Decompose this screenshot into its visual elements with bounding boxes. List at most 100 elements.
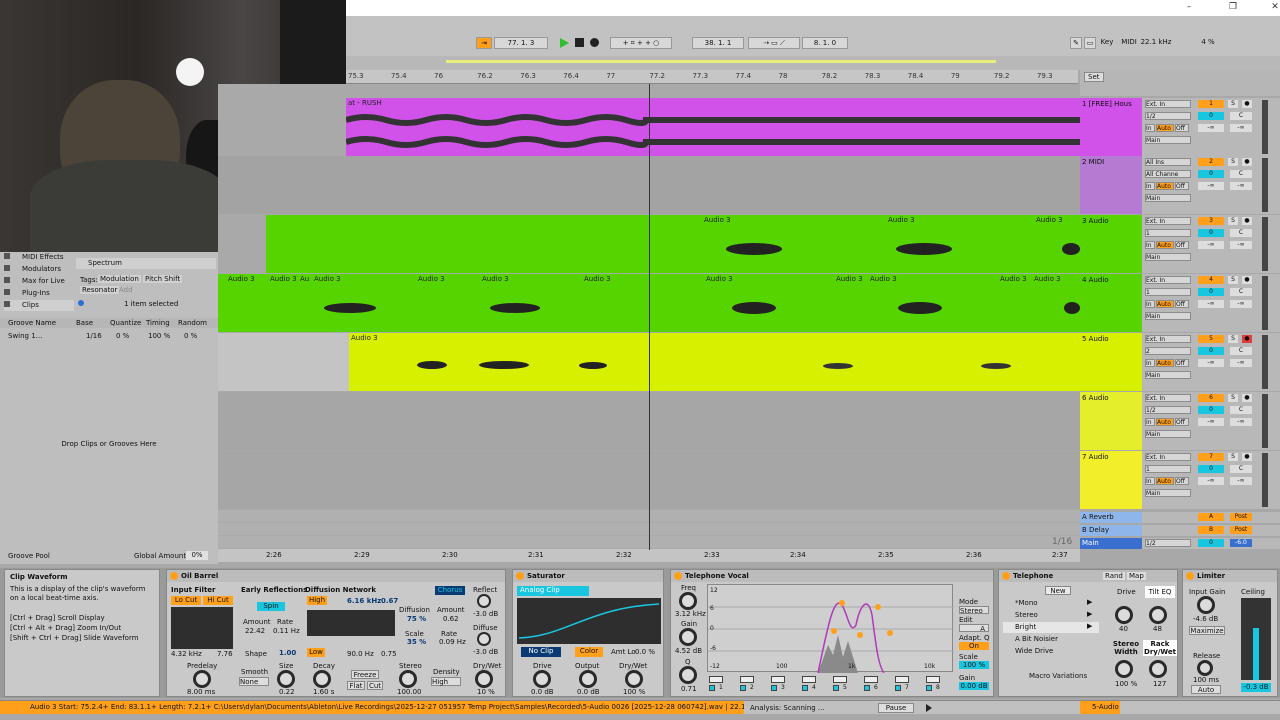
drive-knob[interactable] bbox=[533, 670, 551, 688]
amount-value[interactable]: 22.42 bbox=[245, 627, 265, 635]
drive-macro-value[interactable]: 40 bbox=[1119, 625, 1128, 633]
decay-knob[interactable] bbox=[313, 670, 331, 688]
punch-controls[interactable]: ⇢ ▭ ⟋ bbox=[748, 37, 800, 49]
track-header-6[interactable]: 6 Audio bbox=[1080, 392, 1142, 450]
rand-button[interactable]: Rand bbox=[1103, 572, 1125, 580]
gain-knob[interactable] bbox=[679, 628, 697, 646]
q-knob[interactable] bbox=[679, 666, 697, 684]
return-activator[interactable]: A bbox=[1198, 513, 1224, 521]
chorus-amount[interactable]: 0.62 bbox=[443, 615, 459, 623]
pause-analysis-button[interactable]: Pause bbox=[878, 703, 914, 713]
band-shape-icon[interactable] bbox=[926, 676, 940, 683]
low-freq[interactable]: 90.0 Hz bbox=[347, 650, 374, 658]
solo-button[interactable]: S bbox=[1228, 394, 1238, 402]
monitor-off[interactable]: Off bbox=[1175, 359, 1189, 367]
new-variation-button[interactable]: New bbox=[1045, 586, 1071, 595]
play-icon[interactable] bbox=[560, 38, 569, 48]
loop-length[interactable]: 8. 1. 0 bbox=[802, 37, 848, 49]
freq-knob[interactable] bbox=[679, 592, 697, 610]
track-activator[interactable]: 5 bbox=[1198, 335, 1224, 343]
cut-button[interactable]: Cut bbox=[367, 681, 383, 690]
diffuse-value[interactable]: -3.0 dB bbox=[473, 648, 498, 656]
pan-value[interactable]: C bbox=[1230, 406, 1252, 414]
output-select[interactable]: Main bbox=[1145, 371, 1191, 379]
band-shape-icon[interactable] bbox=[709, 676, 723, 683]
output-select[interactable]: Main bbox=[1145, 136, 1191, 144]
track-name[interactable]: 7 Audio bbox=[1082, 453, 1109, 461]
eq-display[interactable]: 12 6 0 -6 -12 100 1k 10k bbox=[707, 584, 954, 674]
output-select[interactable]: Main bbox=[1145, 312, 1191, 320]
track-name[interactable]: 4 Audio bbox=[1082, 276, 1109, 284]
input-channel-select[interactable]: 1 bbox=[1145, 465, 1191, 473]
monitor-off[interactable]: Off bbox=[1175, 477, 1189, 485]
input-channel-select[interactable]: All Channe bbox=[1145, 170, 1191, 178]
eq-band-6[interactable]: 6 bbox=[862, 676, 890, 692]
saturation-curve[interactable] bbox=[517, 598, 661, 644]
freeze-button[interactable]: Freeze bbox=[351, 670, 379, 679]
track-activator[interactable]: 3 bbox=[1198, 217, 1224, 225]
filter-display[interactable] bbox=[171, 607, 233, 649]
reflect-value[interactable]: -3.0 dB bbox=[473, 610, 498, 618]
browser-category[interactable]: Max for Live bbox=[4, 276, 74, 287]
monitor-in[interactable]: In bbox=[1145, 359, 1155, 367]
return-name[interactable]: A Reverb bbox=[1082, 513, 1114, 521]
input-channel-select[interactable]: 1/2 bbox=[1145, 406, 1191, 414]
record-icon[interactable] bbox=[590, 38, 599, 47]
send-a[interactable]: -∞ bbox=[1198, 241, 1224, 249]
send-b[interactable]: -∞ bbox=[1230, 359, 1252, 367]
monitor-off[interactable]: Off bbox=[1175, 182, 1189, 190]
send-b[interactable]: -∞ bbox=[1230, 300, 1252, 308]
beat-ruler[interactable]: 75.3 75.4 76 76.2 76.3 76.4 77 77.2 77.3 77.4 78 78… bbox=[346, 70, 1078, 84]
edit-select[interactable]: A bbox=[959, 624, 989, 633]
groove-row[interactable]: Swing 1... 1/16 0 % 100 % 0 % bbox=[0, 331, 218, 341]
arm-button[interactable]: ● bbox=[1242, 217, 1252, 225]
ceiling-value[interactable]: -0.3 dB bbox=[1241, 683, 1271, 692]
shape-value[interactable]: 1.00 bbox=[279, 649, 296, 657]
release-value[interactable]: 100 ms bbox=[1193, 676, 1219, 684]
output-knob[interactable] bbox=[579, 670, 597, 688]
device-title[interactable]: Telephone bbox=[999, 570, 1177, 582]
output-select[interactable]: Main bbox=[1145, 194, 1191, 202]
monitor-auto[interactable]: Auto bbox=[1156, 241, 1174, 249]
rack-drywet-value[interactable]: 127 bbox=[1153, 680, 1166, 688]
low-val[interactable]: 0.75 bbox=[381, 650, 397, 658]
stop-icon[interactable] bbox=[575, 38, 584, 47]
release-knob[interactable] bbox=[1197, 660, 1213, 676]
groove-cell[interactable]: 0 % bbox=[184, 332, 197, 340]
main-output-select[interactable]: 1/2 bbox=[1145, 539, 1191, 547]
band-toggle[interactable] bbox=[895, 685, 901, 691]
input-channel-select[interactable]: 1/2 bbox=[1145, 112, 1191, 120]
device-title[interactable]: Saturator bbox=[513, 570, 663, 582]
auto-release-button[interactable]: Auto bbox=[1191, 685, 1221, 694]
device-title[interactable]: Telephone Vocal bbox=[671, 570, 993, 582]
track-header-7[interactable]: 7 Audio bbox=[1080, 451, 1142, 509]
track-activator[interactable]: 6 bbox=[1198, 394, 1224, 402]
groove-cell[interactable]: 100 % bbox=[148, 332, 170, 340]
scale-value[interactable]: 100 % bbox=[959, 661, 989, 669]
variation-item[interactable]: *Mono ▶ bbox=[1003, 598, 1099, 609]
monitor-auto[interactable]: Auto bbox=[1156, 359, 1174, 367]
low-button[interactable]: Low bbox=[307, 648, 325, 657]
solo-button[interactable]: S bbox=[1228, 217, 1238, 225]
send-a[interactable]: -∞ bbox=[1198, 182, 1224, 190]
send-b[interactable]: -∞ bbox=[1230, 418, 1252, 426]
main-volume[interactable]: 0 bbox=[1198, 539, 1224, 547]
send-b[interactable]: -∞ bbox=[1230, 182, 1252, 190]
band-toggle[interactable] bbox=[740, 685, 746, 691]
launch-variation-icon[interactable]: ▶ bbox=[1087, 610, 1092, 618]
volume-value[interactable]: 0 bbox=[1198, 347, 1224, 355]
keyboard-icon[interactable]: ▭ bbox=[1084, 37, 1096, 49]
track-activator[interactable]: 7 bbox=[1198, 453, 1224, 461]
return-activator[interactable]: B bbox=[1198, 526, 1224, 534]
filter-q[interactable]: 7.76 bbox=[217, 650, 233, 658]
flat-button[interactable]: Flat bbox=[347, 681, 365, 690]
solo-button[interactable]: S bbox=[1228, 276, 1238, 284]
input-type-select[interactable]: All Ins bbox=[1145, 158, 1191, 166]
arm-button[interactable]: ● bbox=[1242, 158, 1252, 166]
density-select[interactable]: High bbox=[431, 677, 461, 686]
close-button[interactable]: ✕ bbox=[1268, 2, 1280, 14]
mode-select[interactable]: Analog Clip bbox=[517, 586, 589, 596]
track-activator[interactable]: 4 bbox=[1198, 276, 1224, 284]
volume-value[interactable]: 0 bbox=[1198, 465, 1224, 473]
minimize-button[interactable]: – bbox=[1182, 2, 1196, 14]
